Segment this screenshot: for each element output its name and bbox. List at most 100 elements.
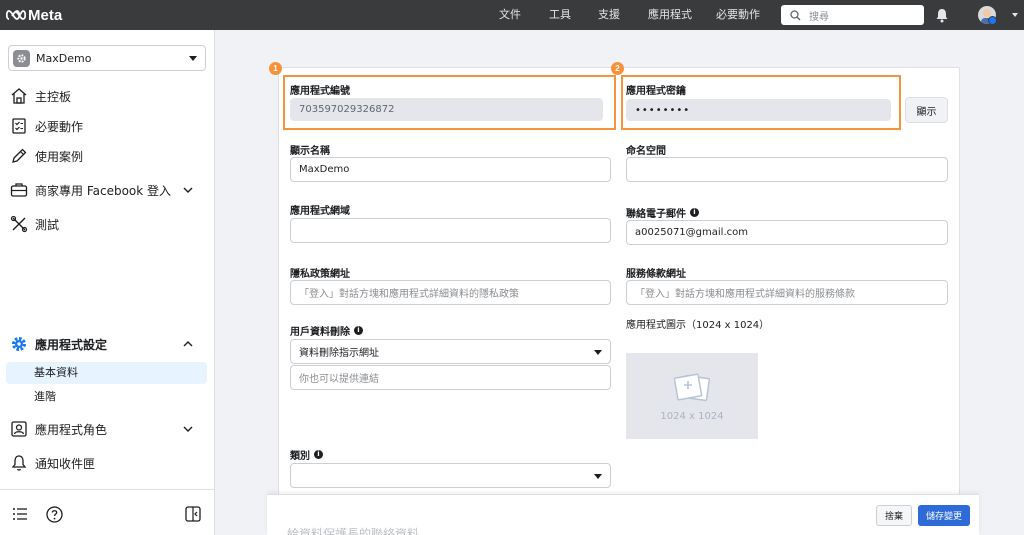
- sidebar-item-business-login[interactable]: 商家專用 Facebook 登入: [10, 178, 205, 202]
- search-input[interactable]: 搜尋: [781, 5, 924, 25]
- pencil-icon: [12, 148, 27, 163]
- namespace-input[interactable]: [626, 157, 948, 182]
- sidebar-item-notification-inbox[interactable]: 通知收件匣: [10, 451, 95, 475]
- sidebar-item-testing[interactable]: 測試: [10, 212, 59, 236]
- data-deletion-select-value: 資料刪除指示網址: [299, 348, 379, 359]
- sidebar-item-label: 應用程式角色: [35, 422, 108, 437]
- data-deletion-url-input[interactable]: 你也可以提供連結: [290, 365, 611, 390]
- app-secret-label: 應用程式密鑰: [626, 82, 686, 97]
- sidebar-item-dashboard[interactable]: 主控板: [10, 84, 71, 108]
- app-gear-icon: [13, 49, 30, 67]
- app-secret-field[interactable]: ••••••••: [626, 99, 891, 121]
- category-label: 類別 i: [290, 447, 323, 462]
- category-select[interactable]: [290, 463, 611, 488]
- sidebar-divider: [0, 489, 214, 490]
- nav-tools[interactable]: 工具: [549, 0, 571, 30]
- show-secret-button[interactable]: 顯示: [905, 97, 948, 123]
- step-badge-1: 1: [269, 62, 282, 75]
- sidebar-item-label: 測試: [35, 217, 60, 232]
- app-secret-label-text: 應用程式密鑰: [626, 86, 686, 97]
- sidebar-item-label: 必要動作: [35, 119, 84, 134]
- top-bar: Meta 文件 工具 支援 應用程式 必要動作 搜尋: [0, 0, 1024, 30]
- app-icon-label: 應用程式圖示（1024 x 1024）: [626, 320, 770, 331]
- contact-email-input[interactable]: a0025071@gmail.com: [626, 220, 948, 245]
- dpo-contact-heading: 給資料保護長的聯絡資料: [287, 527, 420, 535]
- tos-url-label-text: 服務條款網址: [626, 269, 686, 280]
- discard-button[interactable]: 捨棄: [876, 505, 912, 526]
- info-icon[interactable]: i: [690, 208, 699, 217]
- sidebar: MaxDemo 主控板 必要動作 使用案例 商家專用 Facebook 登入 測…: [0, 30, 215, 535]
- data-deletion-select[interactable]: 資料刪除指示網址: [290, 339, 611, 364]
- chevron-down-icon: [183, 187, 193, 193]
- nav-support[interactable]: 支援: [598, 0, 620, 30]
- app-id-field[interactable]: 703597029326872: [290, 98, 603, 121]
- tools-icon: [10, 215, 28, 233]
- namespace-label: 命名空間: [626, 142, 666, 157]
- collapse-sidebar-icon[interactable]: [185, 506, 201, 522]
- sidebar-item-app-settings[interactable]: 應用程式設定: [10, 332, 205, 356]
- sidebar-item-label: 應用程式設定: [35, 337, 108, 352]
- tos-url-label: 服務條款網址: [626, 265, 686, 280]
- chevron-up-icon: [183, 341, 193, 347]
- sidebar-item-required-actions[interactable]: 必要動作: [10, 114, 83, 138]
- user-card-icon: [11, 421, 27, 437]
- app-domain-label-text: 應用程式網域: [290, 206, 350, 217]
- data-deletion-label: 用戶資料刪除 i: [290, 323, 363, 338]
- sidebar-item-label: 通知收件匣: [35, 456, 96, 471]
- checklist-icon: [12, 118, 26, 134]
- app-icon-size-text: 1024 x 1024: [660, 410, 724, 422]
- bell-outline-icon: [11, 455, 27, 471]
- logo-text: Meta: [28, 6, 63, 24]
- bell-icon[interactable]: [935, 8, 949, 23]
- meta-infinity-icon: [6, 10, 26, 20]
- sidebar-item-label: 商家專用 Facebook 登入: [35, 183, 172, 198]
- privacy-url-input[interactable]: 「登入」對話方塊和應用程式詳細資料的隱私政策: [290, 280, 611, 305]
- app-domain-input[interactable]: [290, 218, 611, 243]
- app-icon-upload[interactable]: 1024 x 1024: [626, 353, 758, 439]
- list-icon[interactable]: [12, 506, 28, 522]
- help-icon[interactable]: [46, 506, 63, 523]
- nav-required-actions[interactable]: 必要動作: [716, 0, 760, 30]
- data-deletion-label-text: 用戶資料刪除: [290, 327, 350, 338]
- sidebar-item-app-roles[interactable]: 應用程式角色: [10, 417, 205, 441]
- account-caret-icon[interactable]: [1012, 13, 1018, 17]
- search-icon: [790, 9, 801, 20]
- home-icon: [11, 88, 27, 104]
- privacy-url-label-text: 隱私政策網址: [290, 269, 350, 280]
- display-name-label: 顯示名稱: [290, 142, 330, 157]
- contact-email-label: 聯絡電子郵件 i: [626, 205, 699, 220]
- contact-email-label-text: 聯絡電子郵件: [626, 209, 686, 220]
- app-id-label: 應用程式編號: [290, 82, 350, 97]
- info-icon[interactable]: i: [354, 326, 363, 335]
- nav-docs[interactable]: 文件: [499, 0, 521, 30]
- privacy-url-label: 隱私政策網址: [290, 265, 350, 280]
- gear-icon: [12, 337, 26, 351]
- step-badge-2: 2: [611, 62, 624, 75]
- briefcase-icon: [10, 183, 28, 197]
- sidebar-subitem-basic[interactable]: 基本資料: [6, 362, 207, 384]
- sidebar-subitem-advanced[interactable]: 進階: [6, 386, 207, 408]
- save-changes-button[interactable]: 儲存變更: [918, 505, 970, 526]
- meta-logo[interactable]: Meta: [6, 6, 62, 24]
- display-name-label-text: 顯示名稱: [290, 146, 330, 157]
- display-name-input[interactable]: MaxDemo: [290, 157, 611, 182]
- action-footer: 給資料保護長的聯絡資料 捨棄 儲存變更: [267, 494, 979, 535]
- namespace-label-text: 命名空間: [626, 146, 666, 157]
- nav-apps[interactable]: 應用程式: [648, 0, 692, 30]
- sidebar-item-label: 主控板: [35, 89, 72, 104]
- app-domain-label: 應用程式網域: [290, 202, 350, 217]
- image-placeholder-icon: [673, 372, 711, 401]
- sidebar-item-use-cases[interactable]: 使用案例: [10, 144, 83, 168]
- select-caret-icon: [594, 350, 602, 355]
- select-caret-icon: [594, 474, 602, 479]
- app-selector[interactable]: MaxDemo: [8, 45, 206, 71]
- app-id-label-text: 應用程式編號: [290, 86, 350, 97]
- app-name: MaxDemo: [36, 51, 92, 65]
- tos-url-input[interactable]: 「登入」對話方塊和應用程式詳細資料的服務條款: [626, 280, 948, 305]
- facebook-badge-icon: [988, 16, 997, 25]
- search-placeholder: 搜尋: [809, 11, 829, 23]
- info-icon[interactable]: i: [314, 450, 323, 459]
- chevron-down-icon: [183, 426, 193, 432]
- category-label-text: 類別: [290, 451, 310, 462]
- sidebar-item-label: 使用案例: [35, 149, 84, 164]
